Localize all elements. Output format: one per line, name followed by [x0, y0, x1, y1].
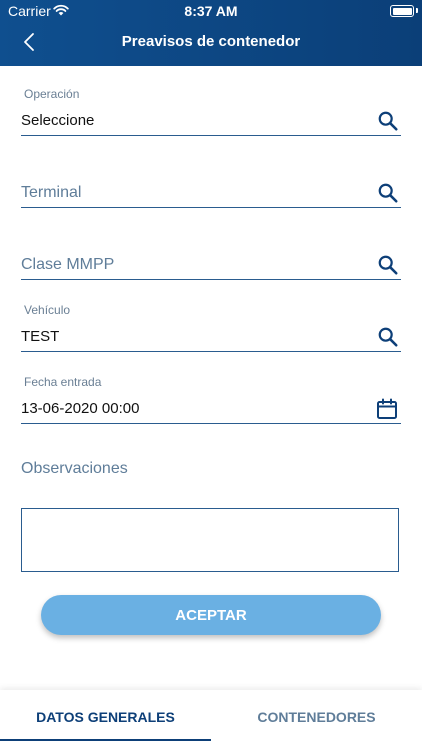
- accept-button[interactable]: ACEPTAR: [41, 595, 381, 635]
- terminal-field[interactable]: Terminal: [21, 160, 401, 208]
- clock: 8:37 AM: [184, 3, 238, 19]
- bottom-tab-bar: DATOS GENERALES CONTENEDORES: [0, 690, 422, 750]
- fecha-entrada-label: Fecha entrada: [24, 375, 102, 389]
- fecha-entrada-value[interactable]: 13-06-2020 00:00: [21, 400, 139, 417]
- page-title: Preavisos de contenedor: [121, 33, 301, 50]
- battery-tip: [416, 8, 418, 13]
- vehiculo-field[interactable]: Vehículo TEST: [21, 302, 401, 352]
- operacion-field[interactable]: Operación Seleccione: [21, 86, 401, 136]
- vehiculo-label: Vehículo: [24, 303, 71, 317]
- clase-mmpp-field[interactable]: Clase MMPP: [21, 232, 401, 280]
- tab-contenedores[interactable]: CONTENEDORES: [211, 690, 422, 750]
- observaciones-label: Observaciones: [21, 460, 128, 477]
- calendar-icon[interactable]: [375, 397, 399, 421]
- vehiculo-value[interactable]: TEST: [21, 328, 59, 345]
- terminal-placeholder[interactable]: Terminal: [21, 184, 81, 202]
- fecha-entrada-field[interactable]: Fecha entrada 13-06-2020 00:00: [21, 374, 401, 424]
- active-tab-indicator: [0, 739, 211, 741]
- operacion-value[interactable]: Seleccione: [21, 112, 94, 129]
- search-icon[interactable]: [377, 110, 399, 132]
- search-icon[interactable]: [377, 326, 399, 348]
- search-icon[interactable]: [377, 182, 399, 204]
- app-header: Carrier 8:37 AM Preavisos de contenedor: [0, 0, 422, 66]
- search-icon[interactable]: [377, 254, 399, 276]
- clase-mmpp-placeholder[interactable]: Clase MMPP: [21, 256, 114, 274]
- operacion-label: Operación: [24, 87, 80, 101]
- tab-datos-generales[interactable]: DATOS GENERALES: [0, 690, 211, 750]
- battery-icon: [390, 5, 414, 17]
- observaciones-textarea[interactable]: [21, 508, 399, 572]
- status-bar: Carrier 8:37 AM: [0, 0, 422, 22]
